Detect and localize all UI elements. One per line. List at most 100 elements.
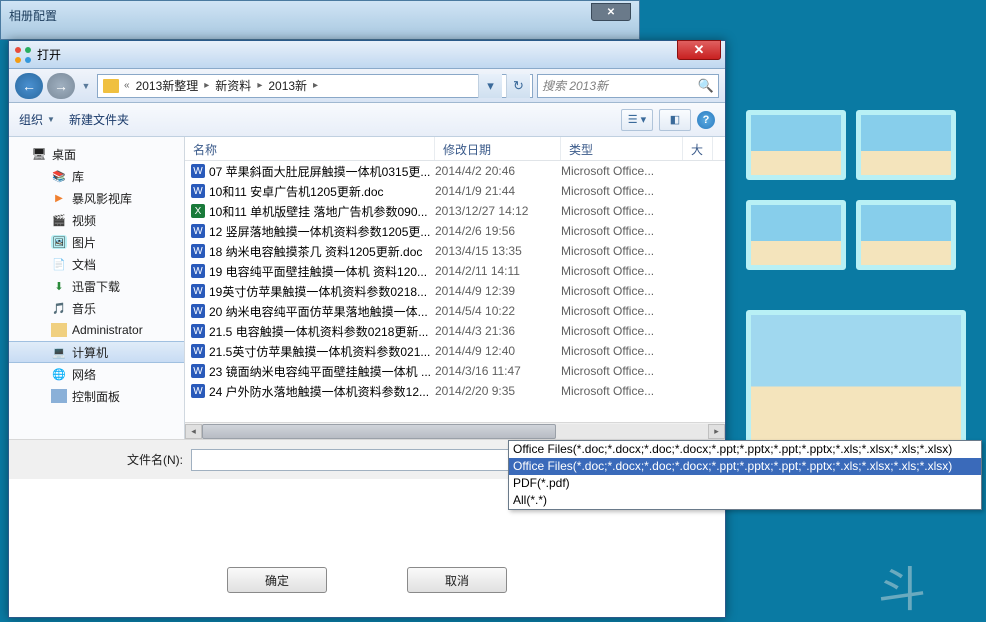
ok-button[interactable]: 确定 — [227, 567, 327, 593]
file-row[interactable]: W21.5英寸仿苹果触摸一体机资料参数021...2014/4/9 12:40M… — [185, 341, 725, 361]
file-type: Microsoft Office... — [561, 344, 683, 358]
tree-item-label: 图片 — [72, 234, 96, 251]
scroll-left-button[interactable]: ◂ — [185, 424, 202, 439]
filetype-dropdown[interactable]: Office Files(*.doc;*.docx;*.doc;*.docx;*… — [508, 440, 982, 510]
breadcrumb-seg-2[interactable]: 2013新 — [264, 77, 311, 94]
ctrl-icon — [51, 389, 67, 403]
dialog-close-button[interactable]: ✕ — [677, 40, 721, 60]
col-date[interactable]: 修改日期 — [435, 137, 561, 160]
file-name: 19 电容纯平面壁挂触摸一体机 资料120... — [209, 263, 427, 280]
file-row[interactable]: W24 户外防水落地触摸一体机资料参数12...2014/2/20 9:35Mi… — [185, 381, 725, 401]
nav-forward-button[interactable]: → — [47, 73, 75, 99]
file-row[interactable]: W20 纳米电容纯平面仿苹果落地触摸一体...2014/5/4 10:22Mic… — [185, 301, 725, 321]
tree-item-0[interactable]: 桌面 — [9, 143, 184, 165]
tree-item-10[interactable]: 网络 — [9, 363, 184, 385]
nav-history-dropdown[interactable]: ▼ — [79, 73, 93, 99]
dialog-title: 打开 — [37, 46, 61, 63]
file-row[interactable]: W18 纳米电容触摸茶几 资料1205更新.doc2013/4/15 13:35… — [185, 241, 725, 261]
filetype-option-2[interactable]: All(*.*) — [509, 492, 981, 509]
file-row[interactable]: W07 苹果斜面大肚屁屏触摸一体机0315更...2014/4/2 20:46M… — [185, 161, 725, 181]
lib-icon — [51, 169, 67, 183]
col-size[interactable]: 大 — [683, 137, 713, 160]
tree-item-8[interactable]: Administrator — [9, 319, 184, 341]
cancel-button[interactable]: 取消 — [407, 567, 507, 593]
file-row[interactable]: W21.5 电容触摸一体机资料参数0218更新...2014/4/3 21:36… — [185, 321, 725, 341]
file-name: 23 镜面纳米电容纯平面壁挂触摸一体机 ... — [209, 363, 431, 380]
col-name[interactable]: 名称 — [185, 137, 435, 160]
file-row[interactable]: X10和11 单机版壁挂 落地广告机参数090...2013/12/27 14:… — [185, 201, 725, 221]
file-type: Microsoft Office... — [561, 264, 683, 278]
breadcrumb-seg-0[interactable]: 2013新整理 — [132, 77, 203, 94]
dialog-titlebar[interactable]: 打开 ✕ — [9, 41, 725, 69]
tree-item-2[interactable]: 暴风影视库 — [9, 187, 184, 209]
col-type[interactable]: 类型 — [561, 137, 683, 160]
video-icon — [51, 213, 67, 227]
filetype-option-0[interactable]: Office Files(*.doc;*.docx;*.doc;*.docx;*… — [509, 458, 981, 475]
breadcrumb[interactable]: « 2013新整理 ▸ 新资料 ▸ 2013新 ▸ ▾ ↻ — [97, 74, 533, 98]
app-icon — [15, 47, 31, 63]
file-type: Microsoft Office... — [561, 304, 683, 318]
file-date: 2013/12/27 14:12 — [435, 204, 561, 218]
preview-pane-button[interactable]: ◧ — [659, 109, 691, 131]
background-text-2: 斗 — [878, 550, 926, 620]
tree-item-label: 计算机 — [72, 344, 108, 361]
storm-icon — [51, 191, 67, 205]
breadcrumb-dropdown-button[interactable]: ▾ — [478, 74, 502, 98]
tree-item-label: 视频 — [72, 212, 96, 229]
tree-item-label: 音乐 — [72, 300, 96, 317]
pic-icon — [51, 235, 67, 249]
tree-item-11[interactable]: 控制面板 — [9, 385, 184, 407]
word-file-icon: W — [191, 284, 205, 298]
file-date: 2014/1/9 21:44 — [435, 184, 561, 198]
folder-icon — [103, 79, 119, 93]
tree-item-7[interactable]: 音乐 — [9, 297, 184, 319]
file-row[interactable]: W10和11 安卓广告机1205更新.doc2014/1/9 21:44Micr… — [185, 181, 725, 201]
refresh-button[interactable]: ↻ — [506, 74, 530, 98]
file-row[interactable]: W 19 电容纯平面壁挂触摸一体机 资料120... 2014/2/11 14:11… — [185, 261, 725, 281]
file-row[interactable]: W19英寸仿苹果触摸一体机资料参数0218...2014/4/9 12:39Mi… — [185, 281, 725, 301]
help-button[interactable]: ? — [697, 111, 715, 129]
file-date: 2014/5/4 10:22 — [435, 304, 561, 318]
word-file-icon: W — [191, 384, 205, 398]
chevron-right-icon: ▸ — [311, 80, 320, 91]
filetype-current[interactable]: Office Files(*.doc;*.docx;*.doc;*.docx;*… — [509, 441, 981, 458]
view-mode-button[interactable]: ☰ ▾ — [621, 109, 653, 131]
tree-item-5[interactable]: 文档 — [9, 253, 184, 275]
tree-item-9[interactable]: 计算机 — [9, 341, 184, 363]
horizontal-scrollbar[interactable]: ◂ ▸ — [185, 422, 725, 439]
word-file-icon: W — [191, 224, 205, 238]
word-file-icon: W — [191, 344, 205, 358]
file-name: 10和11 单机版壁挂 落地广告机参数090... — [209, 203, 428, 220]
breadcrumb-seg-1[interactable]: 新资料 — [211, 77, 255, 94]
tree-item-label: 控制面板 — [72, 388, 120, 405]
tree-item-label: Administrator — [72, 323, 143, 337]
word-file-icon: W — [191, 264, 205, 278]
background-thumbnails — [746, 110, 966, 450]
word-file-icon: W — [191, 364, 205, 378]
desktop-icon — [31, 147, 47, 161]
search-input[interactable]: 搜索 2013新 🔍 — [537, 74, 719, 98]
file-date: 2013/4/15 13:35 — [435, 244, 561, 258]
column-headers[interactable]: 名称 修改日期 类型 大 — [185, 137, 725, 161]
file-row[interactable]: W23 镜面纳米电容纯平面壁挂触摸一体机 ...2014/3/16 11:47M… — [185, 361, 725, 381]
toolbar: 组织▼ 新建文件夹 ☰ ▾ ◧ ? — [9, 103, 725, 137]
tree-item-1[interactable]: 库 — [9, 165, 184, 187]
file-type: Microsoft Office... — [561, 324, 683, 338]
back-window-close-button[interactable]: ✕ — [591, 3, 631, 21]
nav-back-button[interactable]: ← — [15, 73, 43, 99]
file-type: Microsoft Office... — [561, 184, 683, 198]
file-date: 2014/2/11 14:11 — [435, 264, 561, 278]
file-date: 2014/4/3 21:36 — [435, 324, 561, 338]
new-folder-button[interactable]: 新建文件夹 — [69, 111, 129, 128]
tree-item-4[interactable]: 图片 — [9, 231, 184, 253]
tree-item-3[interactable]: 视频 — [9, 209, 184, 231]
navigation-bar: ← → ▼ « 2013新整理 ▸ 新资料 ▸ 2013新 ▸ ▾ ↻ 搜索 2… — [9, 69, 725, 103]
file-row[interactable]: W12 竖屏落地触摸一体机资料参数1205更...2014/2/6 19:56M… — [185, 221, 725, 241]
filetype-option-1[interactable]: PDF(*.pdf) — [509, 475, 981, 492]
tree-item-6[interactable]: 迅雷下载 — [9, 275, 184, 297]
folder-tree[interactable]: 桌面库暴风影视库视频图片文档迅雷下载音乐 Administrator 计算机网络控制… — [9, 137, 185, 439]
organize-menu[interactable]: 组织▼ — [19, 111, 55, 128]
scroll-right-button[interactable]: ▸ — [708, 424, 725, 439]
scrollbar-thumb[interactable] — [202, 424, 556, 439]
file-date: 2014/2/6 19:56 — [435, 224, 561, 238]
